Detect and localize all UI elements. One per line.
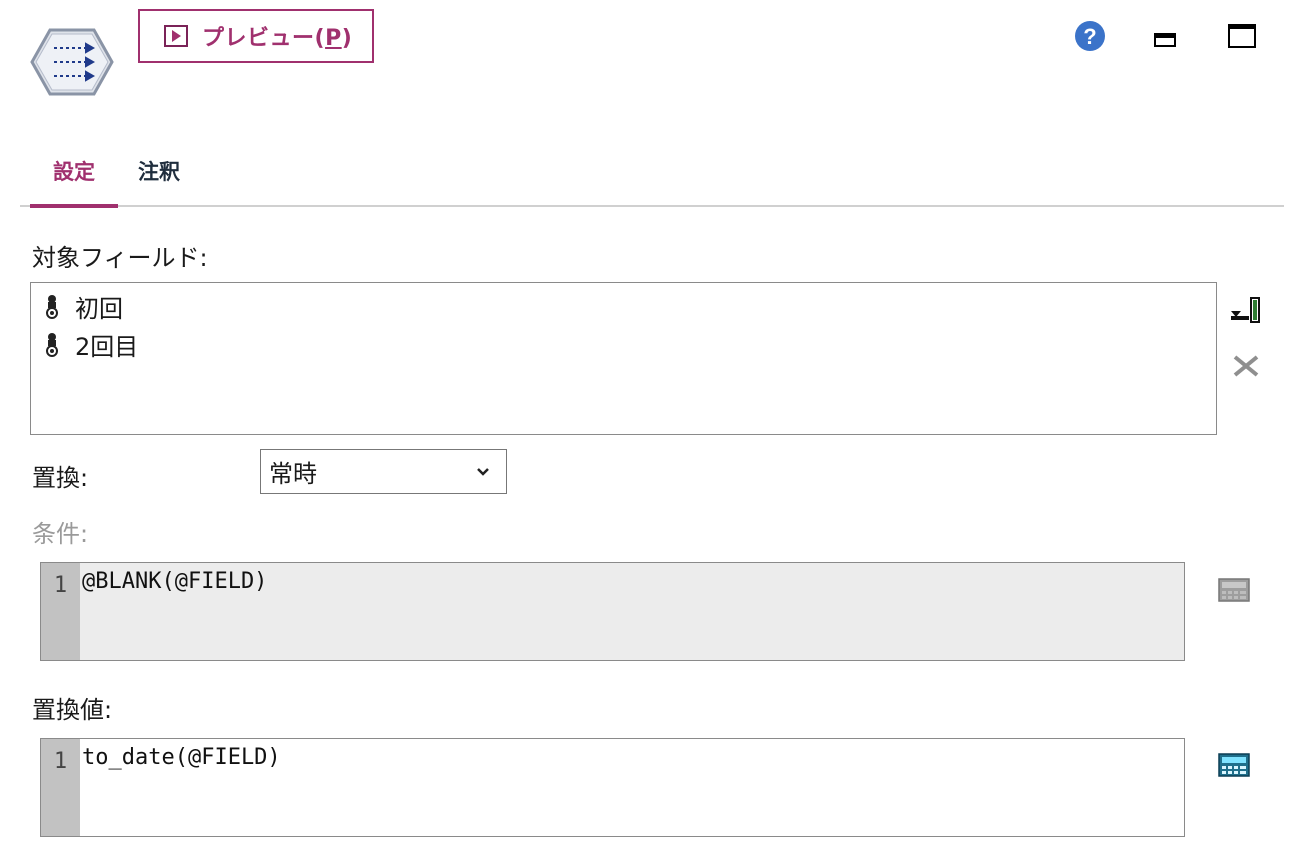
field-name: 2回目 (75, 333, 139, 361)
tab-divider (20, 205, 1284, 207)
maximize-icon[interactable] (1228, 24, 1256, 48)
help-icon[interactable]: ? (1074, 20, 1106, 52)
active-tab-indicator (30, 204, 118, 208)
list-item[interactable]: 2回目 (45, 327, 138, 362)
continuous-field-icon (46, 332, 58, 357)
condition-label: 条件: (32, 520, 89, 548)
target-fields-list[interactable]: 初回 2回目 (30, 282, 1217, 435)
target-fields-label: 対象フィールド: (32, 244, 208, 272)
preview-button-label: プレビュー(P) (202, 26, 353, 51)
filler-node-icon (30, 26, 114, 98)
remove-icon[interactable] (1232, 352, 1260, 380)
svg-text:?: ? (1083, 24, 1096, 49)
tab-notes[interactable]: 注釈 (138, 156, 180, 186)
play-icon (164, 25, 188, 47)
condition-editor[interactable]: 1 @BLANK(@FIELD) (40, 562, 1185, 661)
replacement-editor[interactable]: 1 to_date(@FIELD) (40, 738, 1185, 837)
continuous-field-icon (46, 294, 58, 319)
field-name: 初回 (75, 295, 123, 323)
condition-code: @BLANK(@FIELD) (82, 569, 268, 594)
replace-value-label: 置換値: (32, 696, 113, 724)
expression-builder-icon[interactable] (1218, 753, 1250, 777)
replace-label: 置換: (32, 464, 89, 492)
expression-builder-icon (1218, 578, 1250, 602)
replacement-code: to_date(@FIELD) (82, 745, 281, 770)
list-item[interactable]: 初回 (45, 289, 123, 324)
field-picker-icon[interactable] (1229, 296, 1263, 324)
replace-dropdown-value: 常時 (269, 460, 317, 488)
line-number: 1 (41, 563, 80, 660)
minimize-icon[interactable] (1154, 33, 1176, 47)
chevron-down-icon (477, 467, 489, 476)
tab-settings[interactable]: 設定 (30, 156, 118, 186)
preview-button[interactable]: プレビュー(P) (138, 9, 374, 63)
replace-dropdown[interactable]: 常時 (260, 449, 507, 494)
line-number: 1 (41, 739, 80, 836)
